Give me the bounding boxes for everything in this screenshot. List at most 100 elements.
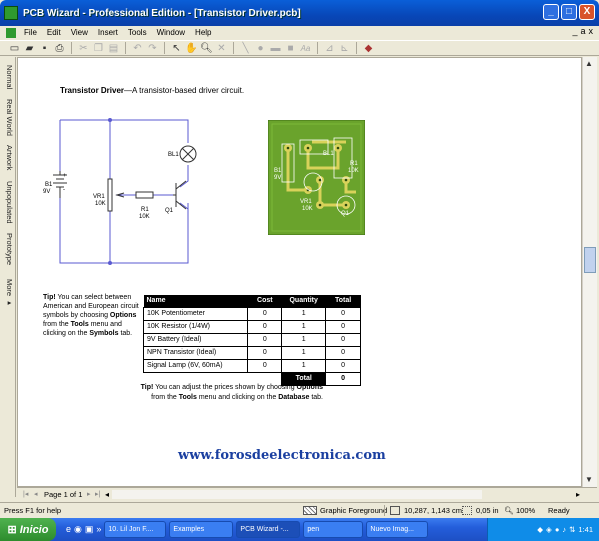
delete-icon[interactable]: ✕ [215, 42, 228, 55]
total-value: 0 [325, 371, 361, 386]
tab-artwork[interactable]: Artwork [2, 145, 14, 170]
page-indicator: Page 1 of 1 [44, 490, 83, 499]
zoom-icon[interactable]: 🔍︎ [200, 42, 213, 55]
line-icon[interactable]: ╲ [239, 42, 252, 55]
toolbar-separator [233, 42, 234, 54]
square-icon[interactable]: ■ [284, 42, 297, 55]
maximize-button[interactable]: □ [561, 4, 577, 20]
task-pcb-wizard[interactable]: PCB Wizard -... [236, 521, 301, 538]
scroll-down-icon[interactable]: ▼ [585, 475, 593, 484]
new-icon[interactable]: ▭ [8, 42, 21, 55]
network-icon[interactable]: ⇅ [569, 525, 575, 534]
tip1-line5b: tab. [118, 330, 133, 337]
tab-real-world[interactable]: Real World [2, 99, 14, 136]
menu-view[interactable]: View [66, 28, 93, 37]
ie-icon[interactable]: e [66, 524, 71, 535]
save-icon[interactable]: ▪ [38, 42, 51, 55]
mdi-minimize-button[interactable]: _ [572, 26, 577, 36]
pcb-r1-value: 10K [348, 168, 359, 174]
status-grid[interactable]: 0,05 in [476, 506, 499, 515]
mdi-restore-button[interactable]: a [580, 26, 585, 36]
prev-page-icon[interactable]: ◂ [34, 490, 38, 498]
menu-insert[interactable]: Insert [93, 28, 123, 37]
minimize-button[interactable]: _ [543, 4, 559, 20]
vertical-scrollbar[interactable]: ▲ ▼ [582, 57, 597, 487]
tip2-line2a: from the [151, 394, 179, 401]
scroll-right-icon[interactable]: ▸ [576, 490, 580, 499]
schematic-diagram[interactable]: B1 9V + - VR1 10K R1 10K Q1 BL1 [38, 113, 218, 273]
tab-prototype[interactable]: Prototype [2, 233, 14, 265]
menu-edit[interactable]: Edit [42, 28, 66, 37]
pad-icon[interactable]: ● [254, 42, 267, 55]
dimension-icon[interactable]: ⊾ [338, 42, 351, 55]
text-icon[interactable]: Aa [299, 42, 312, 55]
scroll-up-icon[interactable]: ▲ [585, 59, 593, 68]
redo-icon[interactable]: ↷ [146, 42, 159, 55]
mdi-close-button[interactable]: x [589, 26, 594, 36]
row-quantity: 1 [281, 332, 327, 347]
status-layer[interactable]: Graphic Foreground [320, 506, 387, 515]
tray-icon[interactable]: ◈ [546, 525, 552, 534]
menu-file[interactable]: File [19, 28, 42, 37]
tab-more[interactable]: More ▸ [2, 279, 14, 307]
media-icon[interactable]: ◉ [74, 524, 82, 535]
next-page-icon[interactable]: ▸ [87, 490, 91, 498]
document-icon[interactable] [6, 27, 16, 38]
table-row: NPN Transistor (Ideal) 0 1 0 [142, 345, 361, 360]
menu-tools[interactable]: Tools [123, 28, 152, 37]
clock[interactable]: 1:41 [578, 525, 593, 534]
undo-icon[interactable]: ↶ [131, 42, 144, 55]
pcb-preview[interactable]: B1 9V BL1 VR1 10K R1 10K Q1 [268, 120, 365, 235]
volume-icon[interactable]: ♪ [562, 525, 566, 534]
scroll-left-icon[interactable]: ◂ [105, 490, 109, 499]
tray-icon[interactable]: ● [555, 525, 560, 534]
cut-icon[interactable]: ✂ [77, 42, 90, 55]
task-examples[interactable]: Examples [169, 521, 234, 538]
component-icon[interactable]: ◆ [362, 42, 375, 55]
pan-icon[interactable]: ✋ [185, 42, 198, 55]
close-button[interactable]: X [579, 4, 595, 20]
scroll-thumb[interactable] [584, 247, 596, 273]
tab-normal[interactable]: Normal [2, 65, 14, 89]
menu-help[interactable]: Help [190, 28, 216, 37]
status-coordinates: 10,287, 1,143 cm [404, 505, 462, 515]
row-total: 0 [325, 358, 361, 373]
task-music[interactable]: 10. Lil Jon F.... [104, 521, 167, 538]
menu-window[interactable]: Window [152, 28, 190, 37]
layer-icon [303, 505, 317, 515]
quick-launch-more-icon[interactable]: » [96, 524, 101, 535]
open-icon[interactable]: ▰ [23, 42, 36, 55]
toolbar-separator [164, 42, 165, 54]
tab-unpopulated[interactable]: Unpopulated [2, 181, 14, 224]
coordinates-icon [390, 505, 400, 515]
toolbar: ▭ ▰ ▪ ⎙ ✂ ❐ ▤ ↶ ↷ ↖ ✋ 🔍︎ ✕ ╲ ● ▬ ■ Aa ⊿ … [0, 40, 599, 56]
tray-icon[interactable]: ◆ [537, 525, 543, 534]
table-row: 10K Resistor (1/4W) 0 1 0 [142, 319, 361, 334]
tip-symbols: Tip! You can select between American and… [43, 293, 148, 338]
table-row: 10K Potentiometer 0 1 0 [142, 306, 361, 321]
toolbar-separator [71, 42, 72, 54]
track-icon[interactable]: ▬ [269, 42, 282, 55]
explorer-icon[interactable]: ▣ [85, 524, 94, 535]
app-icon[interactable] [4, 6, 18, 20]
last-page-icon[interactable]: ▸| [95, 490, 100, 498]
first-page-icon[interactable]: |◂ [23, 490, 28, 498]
status-zoom[interactable]: 100% [516, 506, 535, 515]
tip1-line5: clicking on the [43, 330, 90, 337]
table-row: 9V Battery (Ideal) 0 1 0 [142, 332, 361, 347]
pcb-b1-label: B1 [274, 168, 282, 174]
task-new-image[interactable]: Nuevo Imag... [366, 521, 429, 538]
row-total: 0 [325, 319, 361, 334]
print-icon[interactable]: ⎙ [53, 42, 66, 55]
task-pen[interactable]: pen [303, 521, 364, 538]
tip1-line3: symbols by choosing [43, 312, 110, 319]
start-button[interactable]: ⊞ Inicio [0, 518, 56, 541]
paste-icon[interactable]: ▤ [107, 42, 120, 55]
measure-icon[interactable]: ⊿ [323, 42, 336, 55]
select-icon[interactable]: ↖ [170, 42, 183, 55]
document-canvas[interactable]: Transistor Driver—A transistor-based dri… [17, 57, 582, 487]
copy-icon[interactable]: ❐ [92, 42, 105, 55]
horizontal-scroll-track[interactable] [112, 490, 482, 499]
schematic-vr1-value: 10K [95, 201, 106, 207]
row-quantity: 1 [281, 345, 327, 360]
